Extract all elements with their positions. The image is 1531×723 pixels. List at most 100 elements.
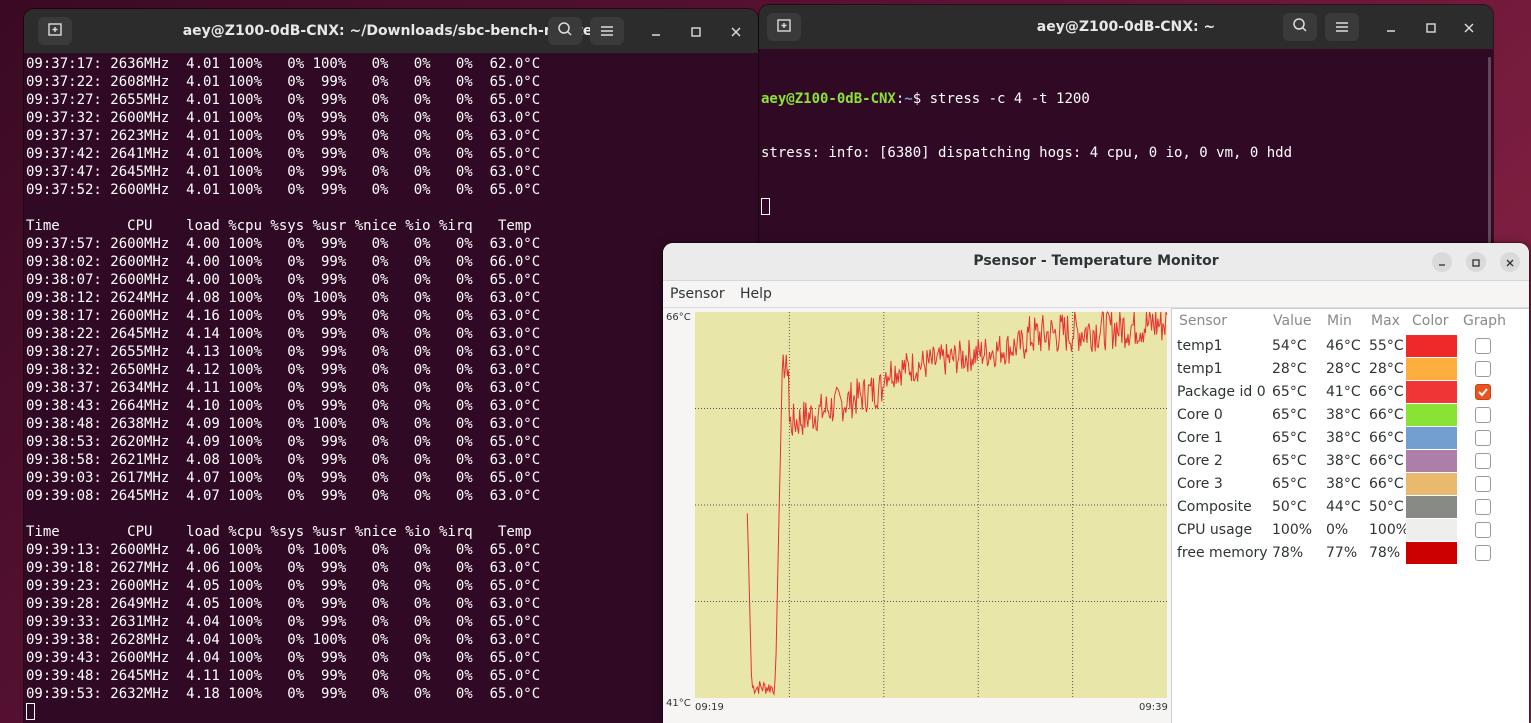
sensor-row[interactable]: Core 3 65°C 38°C 66°C [1172, 473, 1529, 496]
maximize-button[interactable] [1466, 252, 1486, 272]
search-button[interactable] [548, 17, 582, 45]
sensor-row[interactable]: Core 2 65°C 38°C 66°C [1172, 450, 1529, 473]
sensor-graph-checkbox[interactable] [1475, 522, 1491, 538]
left-terminal-output[interactable]: 09:37:17: 2636MHz 4.01 100% 0% 100% 0% 0… [24, 53, 758, 723]
sensor-value: 65°C [1272, 430, 1307, 446]
output-line: 09:38:17: 2600MHz 4.16 100% 0% 99% 0% 0%… [26, 308, 541, 324]
sensor-row[interactable]: temp1 54°C 46°C 55°C [1172, 335, 1529, 358]
close-button[interactable] [726, 21, 746, 41]
sensor-graph-checkbox[interactable] [1475, 338, 1491, 354]
sensor-color-swatch[interactable] [1406, 450, 1457, 472]
new-tab-icon [47, 21, 63, 41]
output-line: 09:37:17: 2636MHz 4.01 100% 0% 100% 0% 0… [26, 56, 541, 72]
sensor-graph-checkbox[interactable] [1475, 384, 1491, 400]
maximize-button[interactable] [686, 21, 706, 41]
search-icon [1292, 17, 1308, 37]
sensor-row[interactable]: CPU usage 100% 0% 100% [1172, 519, 1529, 542]
minimize-button[interactable] [646, 21, 666, 41]
menu-help[interactable]: Help [740, 286, 772, 302]
col-header-value[interactable]: Value [1273, 313, 1311, 329]
prompt-path: ~ [904, 91, 913, 107]
sensor-value: 100% [1272, 522, 1313, 538]
sensor-row[interactable]: Composite 50°C 44°C 50°C [1172, 496, 1529, 519]
sensor-name: Core 0 [1177, 407, 1223, 423]
sensor-color-swatch[interactable] [1406, 496, 1457, 518]
command-text: stress -c 4 -t 1200 [921, 91, 1090, 107]
sensor-row[interactable]: temp1 28°C 28°C 28°C [1172, 358, 1529, 381]
sensor-name: Core 2 [1177, 453, 1223, 469]
minimize-button[interactable] [1381, 17, 1401, 37]
left-terminal-header: aey@Z100-0dB-CNX: ~/Downloads/sbc-bench-… [24, 9, 758, 53]
menu-psensor[interactable]: Psensor [670, 286, 725, 302]
menu-button[interactable] [590, 17, 624, 45]
sensor-color-swatch[interactable] [1406, 542, 1457, 564]
sensor-name: CPU usage [1177, 522, 1253, 538]
text-cursor [761, 198, 770, 215]
sensor-color-swatch[interactable] [1406, 519, 1457, 541]
psensor-window: Psensor - Temperature Monitor Psensor He… [663, 243, 1529, 723]
search-button[interactable] [1283, 13, 1317, 41]
sensor-color-swatch[interactable] [1406, 381, 1457, 403]
sensor-color-swatch[interactable] [1406, 404, 1457, 426]
sensor-max: 50°C [1369, 499, 1404, 515]
new-tab-button[interactable] [38, 17, 72, 45]
output-line: 09:38:43: 2664MHz 4.10 100% 0% 99% 0% 0%… [26, 398, 541, 414]
output-line: 09:39:28: 2649MHz 4.05 100% 0% 99% 0% 0%… [26, 596, 541, 612]
sensor-color-swatch[interactable] [1406, 473, 1457, 495]
sensor-graph-checkbox[interactable] [1475, 499, 1491, 515]
column-header-line: Time CPU load %cpu %sys %usr %nice %io %… [26, 524, 532, 540]
sensor-value: 65°C [1272, 453, 1307, 469]
sensor-value: 50°C [1272, 499, 1307, 515]
output-line: 09:37:27: 2655MHz 4.01 100% 0% 99% 0% 0%… [26, 92, 541, 108]
sensor-graph-checkbox[interactable] [1475, 430, 1491, 446]
command-line: aey@Z100-0dB-CNX:~$ stress -c 4 -t 1200 [761, 90, 1493, 108]
sensor-graph-checkbox[interactable] [1475, 545, 1491, 561]
output-line: 09:37:42: 2641MHz 4.01 100% 0% 99% 0% 0%… [26, 146, 541, 162]
temperature-graph: 66°C 41°C 09:19 09:39 [663, 308, 1171, 723]
sensor-row[interactable]: Core 0 65°C 38°C 66°C [1172, 404, 1529, 427]
sensor-max: 66°C [1369, 384, 1404, 400]
new-tab-button[interactable] [767, 13, 801, 41]
sensor-color-swatch[interactable] [1406, 427, 1457, 449]
output-line: 09:39:38: 2628MHz 4.04 100% 0% 100% 0% 0… [26, 632, 541, 648]
close-icon [1464, 18, 1474, 37]
sensor-row[interactable]: free memory 78% 77% 78% [1172, 542, 1529, 565]
close-button[interactable] [1500, 252, 1520, 272]
sensor-max: 66°C [1369, 430, 1404, 446]
minimize-button[interactable] [1432, 252, 1452, 272]
col-header-sensor[interactable]: Sensor [1179, 313, 1227, 329]
sensor-row[interactable]: Core 1 65°C 38°C 66°C [1172, 427, 1529, 450]
maximize-icon [1471, 253, 1481, 272]
sensor-color-swatch[interactable] [1406, 335, 1457, 357]
output-line: 09:39:03: 2617MHz 4.07 100% 0% 99% 0% 0%… [26, 470, 541, 486]
prompt-user: aey@Z100-0dB-CNX [761, 91, 896, 107]
sensor-max: 66°C [1369, 407, 1404, 423]
sensor-graph-checkbox[interactable] [1475, 407, 1491, 423]
sensor-value: 28°C [1272, 361, 1307, 377]
sensor-color-swatch[interactable] [1406, 358, 1457, 380]
minimize-icon [1386, 18, 1396, 37]
maximize-icon [1426, 18, 1436, 37]
hamburger-icon [600, 22, 614, 41]
col-header-color[interactable]: Color [1412, 313, 1449, 329]
sensor-graph-checkbox[interactable] [1475, 453, 1491, 469]
maximize-icon [691, 22, 701, 41]
sensor-max: 100% [1369, 522, 1410, 538]
left-terminal-window: aey@Z100-0dB-CNX: ~/Downloads/sbc-bench-… [24, 9, 758, 723]
psensor-title: Psensor - Temperature Monitor [973, 253, 1219, 269]
close-button[interactable] [1459, 17, 1479, 37]
col-header-graph[interactable]: Graph [1463, 313, 1506, 329]
close-icon [1505, 253, 1515, 272]
output-line: 09:39:43: 2600MHz 4.04 100% 0% 99% 0% 0%… [26, 650, 541, 666]
col-header-max[interactable]: Max [1371, 313, 1400, 329]
menu-button[interactable] [1325, 13, 1359, 41]
checkmark-icon [1478, 388, 1488, 397]
maximize-button[interactable] [1421, 17, 1441, 37]
col-header-min[interactable]: Min [1327, 313, 1352, 329]
sensor-min: 44°C [1326, 499, 1361, 515]
output-line: 09:38:27: 2655MHz 4.13 100% 0% 99% 0% 0%… [26, 344, 541, 360]
sensor-graph-checkbox[interactable] [1475, 361, 1491, 377]
sensor-row[interactable]: Package id 0 65°C 41°C 66°C [1172, 381, 1529, 404]
output-line: 09:38:48: 2638MHz 4.09 100% 0% 100% 0% 0… [26, 416, 541, 432]
sensor-graph-checkbox[interactable] [1475, 476, 1491, 492]
